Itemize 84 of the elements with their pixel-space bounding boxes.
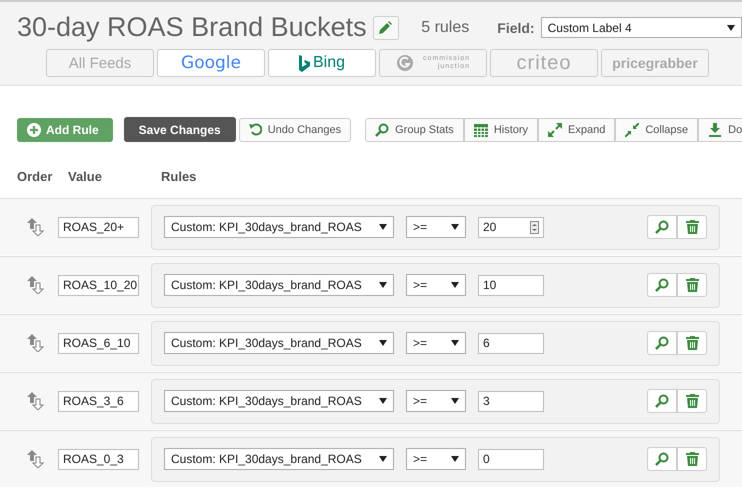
attribute-select[interactable]: Custom: KPI_30days_brand_ROAS	[164, 332, 394, 354]
trash-icon	[686, 278, 698, 292]
reorder-arrows-icon[interactable]	[27, 334, 45, 352]
bing-logo-icon	[298, 54, 310, 72]
operator-select[interactable]: >=	[406, 216, 466, 238]
search-button[interactable]	[647, 331, 677, 355]
column-header: Rules	[161, 169, 198, 184]
undo-changes-button[interactable]: Undo Changes	[238, 118, 352, 142]
dropdown-arrow-icon	[379, 398, 387, 404]
reorder-arrows-icon[interactable]	[27, 450, 45, 468]
dropdown-arrow-icon	[451, 282, 459, 288]
save-changes-button[interactable]: Save Changes	[124, 117, 236, 142]
dropdown-arrow-icon	[451, 456, 459, 462]
feed-tab[interactable]: Google	[157, 49, 265, 77]
delete-button[interactable]	[677, 215, 707, 239]
field-label: Field:	[497, 20, 535, 36]
toolbar-button[interactable]: Collapse	[615, 118, 698, 142]
amount-field[interactable]: 0	[478, 448, 544, 470]
attribute-select[interactable]: Custom: KPI_30days_brand_ROAS	[164, 448, 394, 470]
dropdown-arrow-icon	[379, 456, 387, 462]
amount-field[interactable]: 3	[478, 390, 544, 412]
swirl-logo-icon	[396, 54, 414, 72]
rule-count: 5 rules	[421, 18, 470, 36]
toolbar-button[interactable]: Do	[698, 118, 742, 142]
search-icon	[655, 394, 669, 408]
calendar-icon	[474, 122, 488, 136]
dropdown-arrow-icon	[451, 398, 459, 404]
value-field[interactable]: ROAS_0_3	[58, 448, 139, 470]
pencil-icon	[379, 21, 392, 34]
search-button[interactable]	[647, 215, 677, 239]
reorder-arrows-icon[interactable]	[27, 276, 45, 294]
page-title: 30-day ROAS Brand Buckets	[17, 12, 367, 43]
download-icon	[708, 122, 722, 136]
attribute-select[interactable]: Custom: KPI_30days_brand_ROAS	[164, 274, 394, 296]
feed-tab[interactable]: Bing	[268, 49, 376, 77]
collapse-icon	[625, 122, 640, 136]
search-button[interactable]	[647, 273, 677, 297]
operator-select[interactable]: >=	[406, 332, 466, 354]
amount-field[interactable]: 6	[478, 332, 544, 354]
delete-button[interactable]	[677, 447, 707, 471]
dropdown-arrow-icon	[451, 224, 459, 230]
value-field[interactable]: ROAS_10_20	[58, 274, 139, 296]
search-button[interactable]	[647, 389, 677, 413]
amount-field[interactable]: 10	[478, 274, 544, 296]
trash-icon	[686, 394, 698, 408]
reorder-arrows-icon[interactable]	[27, 218, 45, 236]
search-icon	[655, 220, 669, 234]
trash-icon	[686, 220, 698, 234]
delete-button[interactable]	[677, 389, 707, 413]
trash-icon	[686, 452, 698, 466]
toolbar-button[interactable]: Expand	[538, 118, 616, 142]
column-header: Order	[17, 169, 54, 184]
delete-button[interactable]	[677, 273, 707, 297]
spinner-icon[interactable]	[530, 220, 539, 234]
value-field[interactable]: ROAS_20+	[58, 216, 139, 238]
plus-icon	[27, 122, 41, 136]
attribute-select[interactable]: Custom: KPI_30days_brand_ROAS	[164, 216, 394, 238]
amount-field[interactable]: 20	[478, 216, 544, 238]
value-field[interactable]: ROAS_6_10	[58, 332, 139, 354]
dropdown-arrow-icon	[451, 340, 459, 346]
dropdown-arrow-icon	[379, 224, 387, 230]
attribute-select[interactable]: Custom: KPI_30days_brand_ROAS	[164, 390, 394, 412]
search-icon	[655, 278, 669, 292]
operator-select[interactable]: >=	[406, 274, 466, 296]
expand-icon	[548, 122, 562, 136]
dropdown-arrow-icon	[379, 282, 387, 288]
reorder-arrows-icon[interactable]	[27, 392, 45, 410]
column-header: Value	[68, 169, 103, 184]
dropdown-arrow-icon	[727, 24, 735, 30]
value-field[interactable]: ROAS_3_6	[58, 390, 139, 412]
toolbar-button[interactable]: Group Stats	[365, 118, 464, 142]
operator-select[interactable]: >=	[406, 448, 466, 470]
search-icon	[375, 122, 390, 136]
search-icon	[655, 336, 669, 350]
edit-button[interactable]	[372, 16, 400, 40]
undo-icon	[248, 123, 262, 136]
toolbar-button[interactable]: History	[464, 118, 538, 142]
delete-button[interactable]	[677, 331, 707, 355]
search-button[interactable]	[647, 447, 677, 471]
dropdown-arrow-icon	[379, 340, 387, 346]
field-select[interactable]: Custom Label 4	[540, 17, 742, 38]
search-icon	[655, 452, 669, 466]
trash-icon	[686, 336, 698, 350]
operator-select[interactable]: >=	[406, 390, 466, 412]
